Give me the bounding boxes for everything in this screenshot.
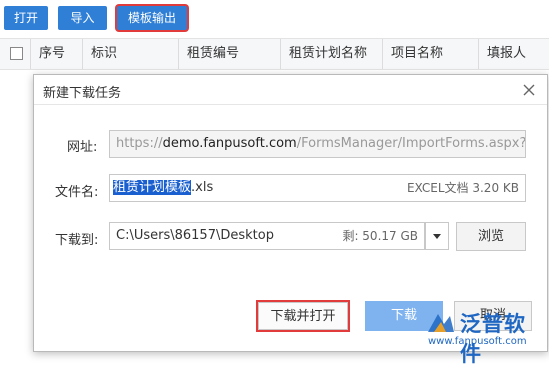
fanpu-logo-icon bbox=[428, 314, 454, 332]
select-all-checkbox[interactable] bbox=[10, 47, 23, 60]
url-protocol: https:// bbox=[116, 136, 163, 151]
url-label: 网址: bbox=[67, 140, 98, 155]
column-header[interactable]: 租赁编号 bbox=[178, 39, 280, 69]
column-header[interactable]: 标识 bbox=[82, 39, 178, 69]
browse-button[interactable]: 浏览 bbox=[456, 222, 526, 251]
dialog-title-bar: 新建下载任务 bbox=[34, 75, 547, 105]
filename-label: 文件名: bbox=[55, 185, 99, 200]
download-path-field[interactable]: C:\Users\86157\Desktop 剩: 50.17 GB bbox=[109, 222, 425, 250]
free-space: 剩: 50.17 GB bbox=[342, 229, 418, 243]
fanpu-watermark: 泛普软件 www.fanpusoft.com bbox=[424, 308, 546, 366]
filename-selected-text: 租赁计划模板 bbox=[113, 180, 192, 195]
dialog-title: 新建下载任务 bbox=[43, 86, 122, 101]
close-icon[interactable] bbox=[521, 82, 537, 98]
url-path: /FormsManager/ImportForms.aspx?Formi bbox=[296, 136, 526, 151]
open-button[interactable]: 打开 bbox=[4, 6, 48, 30]
filename-extension: .xls bbox=[191, 180, 214, 195]
watermark-url: www.fanpusoft.com bbox=[428, 336, 527, 347]
grid-header: 序号 标识 租赁编号 租赁计划名称 项目名称 填报人 bbox=[0, 38, 549, 70]
column-header[interactable]: 序号 bbox=[30, 39, 82, 69]
url-domain: demo.fanpusoft.com bbox=[162, 136, 297, 151]
file-info: EXCEL文档 3.20 KB bbox=[406, 181, 519, 195]
chevron-down-icon bbox=[433, 234, 441, 239]
path-dropdown-button[interactable] bbox=[425, 222, 449, 250]
download-open-button[interactable]: 下载并打开 bbox=[258, 302, 348, 330]
column-header[interactable]: 项目名称 bbox=[382, 39, 478, 69]
column-header[interactable]: 租赁计划名称 bbox=[280, 39, 382, 69]
download-to-label: 下载到: bbox=[55, 233, 99, 248]
template-export-button[interactable]: 模板输出 bbox=[117, 6, 187, 30]
url-field[interactable]: https://demo.fanpusoft.com/FormsManager/… bbox=[109, 130, 526, 158]
filename-field[interactable]: 租赁计划模板.xls EXCEL文档 3.20 KB bbox=[109, 174, 526, 202]
import-button[interactable]: 导入 bbox=[58, 6, 107, 30]
column-header[interactable]: 填报人 bbox=[478, 39, 549, 69]
download-path: C:\Users\86157\Desktop bbox=[116, 228, 274, 243]
